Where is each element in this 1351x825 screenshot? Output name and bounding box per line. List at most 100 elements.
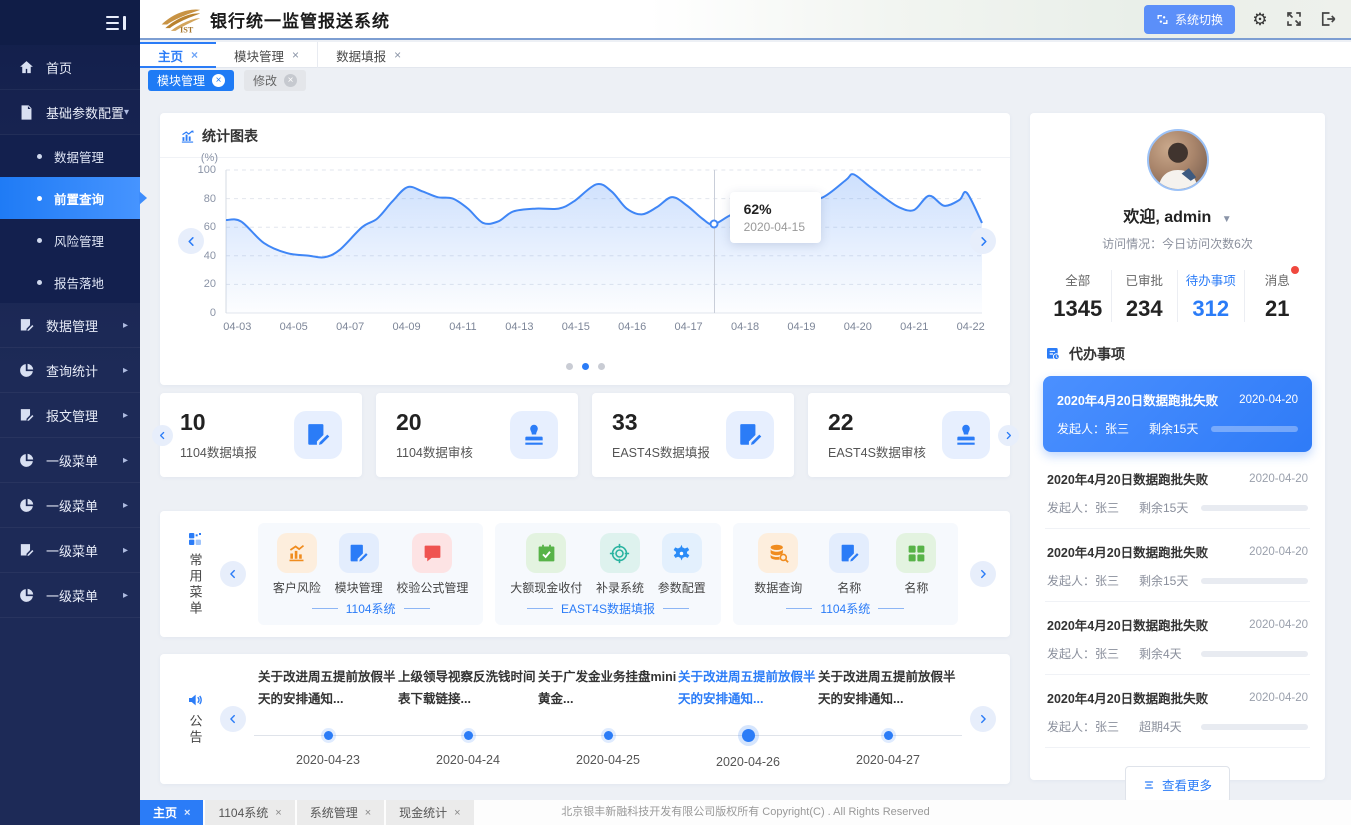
menu-item-module-mgmt[interactable]: 模块管理 [335,533,383,596]
bottom-tab-1104[interactable]: 1104系统× [205,800,294,825]
bullet-icon [37,238,42,243]
pagination-dot[interactable] [566,363,573,370]
notice-next-button[interactable] [970,706,996,732]
stat-card-east4s-fill[interactable]: 33 EAST4S数据填报 [592,393,794,477]
notice-label: 公告 [182,692,208,746]
pagination-dot[interactable] [582,363,589,370]
progress-bar [1201,505,1308,511]
close-icon[interactable]: × [284,74,297,87]
system-switch-button[interactable]: 系统切换 [1144,5,1235,34]
chip-module-mgmt[interactable]: 模块管理× [148,70,234,91]
chart-next-button[interactable] [970,228,996,254]
sidebar-subitem-pre-query[interactable]: 前置查询 [0,177,140,219]
stat-card-east4s-audit[interactable]: 22 EAST4S数据审核 [808,393,1010,477]
view-more-button[interactable]: 查看更多 [1125,766,1230,803]
sidebar-item-level1-menu-2[interactable]: 一级菜单 ▸ [0,483,140,528]
user-dropdown-caret-icon[interactable]: ▼ [1222,214,1232,225]
avatar[interactable] [1147,129,1209,191]
bottom-tab-system-mgmt[interactable]: 系统管理× [297,800,384,825]
todo-item-active[interactable]: 2020年4月20日数据跑批失败2020-04-20 发起人：张三剩余15天 [1043,376,1312,452]
chip-modify[interactable]: 修改× [244,70,306,91]
notice-prev-button[interactable] [220,706,246,732]
menu-item-data-query[interactable]: 数据查询 [754,533,802,596]
menu-item-param-config[interactable]: 参数配置 [658,533,706,596]
todo-item[interactable]: 2020年4月20日数据跑批失败2020-04-20 发起人：张三剩余15天 [1045,529,1310,602]
stat-pending[interactable]: 待办事项 312 [1177,270,1244,322]
chart-prev-button[interactable] [178,228,204,254]
stat-label: 1104数据审核 [396,442,473,461]
sidebar-item-query-stats[interactable]: 查询统计 ▸ [0,348,140,393]
progress-bar [1201,724,1308,730]
fullscreen-icon[interactable] [1285,10,1303,28]
todo-list-icon [1045,346,1061,362]
close-icon[interactable]: × [191,48,198,62]
grid-icon [896,533,936,573]
pagination-dot[interactable] [598,363,605,370]
close-icon[interactable]: × [292,48,299,62]
notice-item[interactable]: 关于改进周五提前放假半天的安排通知... 2020-04-27 [818,667,958,771]
tab-data-fill[interactable]: 数据填报× [317,42,419,68]
sidebar-subitem-risk-mgmt[interactable]: 风险管理 [0,219,140,261]
chart-pagination-dots[interactable] [160,363,1010,370]
message-icon [412,533,452,573]
quick-menu-label: 常用菜单 [182,531,208,617]
close-icon[interactable]: × [184,807,190,819]
sidebar-subitem-report-landing[interactable]: 报告落地 [0,261,140,303]
stat-approved[interactable]: 已审批 234 [1111,270,1178,322]
close-icon[interactable]: × [454,807,460,819]
close-icon[interactable]: × [365,807,371,819]
menu-item-name-2[interactable]: 名称 [896,533,936,596]
gear-icon [662,533,702,573]
logout-icon[interactable] [1319,10,1337,28]
more-lines-icon [1143,779,1155,791]
group-caption: EAST4S数据填报 [503,600,712,617]
sidebar-item-level1-menu-3[interactable]: 一级菜单 ▸ [0,528,140,573]
tab-home[interactable]: 主页× [140,42,216,68]
stats-prev-button[interactable] [152,425,173,446]
tooltip-crosshair-line [714,170,715,313]
menu-item-customer-risk[interactable]: 客户风险 [273,533,321,596]
sidebar-item-label: 一级菜单 [46,451,123,470]
close-icon[interactable]: × [394,48,401,62]
stat-card-1104-audit[interactable]: 20 1104数据审核 [376,393,578,477]
quick-menu-prev-button[interactable] [220,561,246,587]
notice-item-highlighted[interactable]: 关于改进周五提前放假半天的安排通知... 2020-04-26 [678,667,818,771]
stat-messages[interactable]: 消息 21 [1244,270,1311,322]
sidebar-item-level1-menu-4[interactable]: 一级菜单 ▸ [0,573,140,618]
stats-next-button[interactable] [998,425,1019,446]
doc-edit-icon [726,411,774,459]
notice-item[interactable]: 上级领导视察反洗钱时间表下载链接... 2020-04-24 [398,667,538,771]
close-icon[interactable]: × [275,807,281,819]
close-icon[interactable]: × [212,74,225,87]
sidebar-item-home[interactable]: 首页 [0,45,140,90]
settings-gear-icon[interactable]: ⚙ [1251,10,1269,28]
chevron-left-icon [228,714,238,724]
sidebar-item-message-mgmt[interactable]: 报文管理 ▸ [0,393,140,438]
notice-item[interactable]: 关于改进周五提前放假半天的安排通知... 2020-04-23 [258,667,398,771]
document-pencil-icon [18,317,35,334]
todo-item[interactable]: 2020年4月20日数据跑批失败2020-04-20 发起人：张三剩余4天 [1045,602,1310,675]
todo-item[interactable]: 2020年4月20日数据跑批失败2020-04-20 发起人：张三超期4天 [1045,675,1310,748]
collapse-menu-icon[interactable] [106,15,126,31]
chevron-right-icon: ▸ [123,590,128,601]
menu-item-formula-check[interactable]: 校验公式管理 [396,533,468,596]
bottom-tab-home[interactable]: 主页× [140,800,203,825]
tooltip-value: 62% [744,201,805,217]
progress-bar [1211,426,1298,432]
tab-module-mgmt[interactable]: 模块管理× [216,42,317,68]
quick-menu-next-button[interactable] [970,561,996,587]
sidebar-menu: 首页 基础参数配置 ▾ 数据管理 前置查询 风险管理 [0,45,140,618]
notice-item[interactable]: 关于广发金业务挂盘mini黄金... 2020-04-25 [538,667,678,771]
sidebar-item-data-mgmt[interactable]: 数据管理 ▸ [0,303,140,348]
pie-chart-icon [18,452,35,469]
menu-item-name-1[interactable]: 名称 [829,533,869,596]
stat-card-1104-fill[interactable]: 10 1104数据填报 [160,393,362,477]
menu-item-supplement-system[interactable]: 补录系统 [596,533,644,596]
bottom-tab-cash-stats[interactable]: 现金统计× [386,800,473,825]
sidebar-subitem-data-mgmt[interactable]: 数据管理 [0,135,140,177]
todo-item[interactable]: 2020年4月20日数据跑批失败2020-04-20 发起人：张三剩余15天 [1045,456,1310,529]
menu-item-large-cash[interactable]: 大额现金收付 [510,533,582,596]
stat-all[interactable]: 全部 1345 [1045,270,1111,322]
sidebar-item-base-params[interactable]: 基础参数配置 ▾ [0,90,140,135]
sidebar-item-level1-menu-1[interactable]: 一级菜单 ▸ [0,438,140,483]
